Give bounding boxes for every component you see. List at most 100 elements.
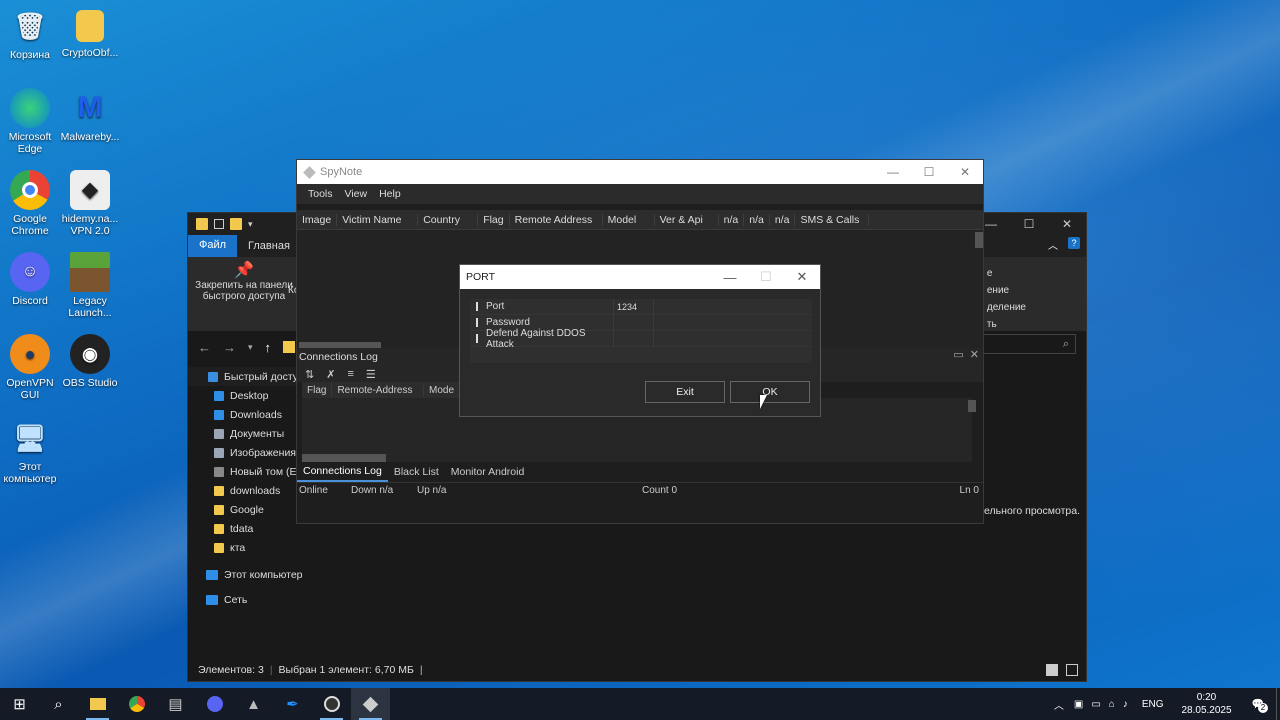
desktop-icon-hidemy-vpn[interactable]: ◆ hidemy.na... VPN 2.0 bbox=[52, 170, 128, 237]
port-input[interactable]: 1234 bbox=[614, 298, 654, 315]
vertical-scrollbar[interactable] bbox=[975, 232, 983, 248]
new-folder-icon[interactable] bbox=[230, 218, 242, 230]
desktop-icon-obs[interactable]: ◉ OBS Studio bbox=[52, 334, 128, 389]
tab-black-list[interactable]: Black List bbox=[388, 462, 445, 482]
taskbar-app[interactable]: ▤ bbox=[156, 688, 195, 720]
menu-help[interactable]: Help bbox=[373, 188, 407, 200]
password-input[interactable] bbox=[614, 314, 654, 331]
back-icon[interactable]: ← bbox=[198, 340, 211, 355]
close-icon[interactable]: ✕ bbox=[947, 160, 983, 184]
desktop-icon-this-pc[interactable]: 🖥 Этот компьютер bbox=[0, 418, 68, 485]
column-header[interactable]: n/a bbox=[770, 213, 796, 226]
ribbon-right-item[interactable]: деление bbox=[987, 299, 1026, 316]
up-icon[interactable]: ↑ bbox=[265, 340, 272, 355]
taskbar-app-2[interactable]: ▲ bbox=[234, 688, 273, 720]
export-icon[interactable]: ☰ bbox=[366, 368, 376, 381]
properties-icon[interactable] bbox=[214, 219, 224, 229]
tab-connections-log[interactable]: Connections Log bbox=[297, 462, 388, 482]
column-header[interactable]: Flag bbox=[302, 384, 333, 396]
bottom-tabs: Connections Log Black List Monitor Andro… bbox=[297, 462, 983, 482]
spynote-titlebar[interactable]: SpyNote — ☐ ✕ bbox=[297, 160, 983, 184]
network-icon[interactable]: ⌂ bbox=[1105, 699, 1119, 710]
taskbar-app-3[interactable]: ✒ bbox=[273, 688, 312, 720]
nav-item-kta[interactable]: кта bbox=[188, 538, 316, 557]
horizontal-scrollbar[interactable] bbox=[302, 454, 386, 462]
column-header[interactable]: SMS & Calls bbox=[795, 213, 870, 226]
close-icon[interactable]: ✕ bbox=[1048, 213, 1086, 235]
column-header[interactable]: n/a bbox=[719, 213, 745, 226]
tab-monitor-android[interactable]: Monitor Android bbox=[445, 462, 531, 482]
column-header[interactable]: Image bbox=[297, 213, 338, 226]
clock-date: 28.05.2025 bbox=[1181, 705, 1232, 716]
spynote-statusbar: Online Down n/a Up n/a Count 0 Ln 0 bbox=[297, 482, 983, 498]
sort-icon[interactable]: ⇅ bbox=[305, 368, 314, 381]
column-header[interactable]: Remote Address bbox=[510, 213, 603, 226]
search-button[interactable]: ⌕ bbox=[39, 688, 78, 720]
recent-dropdown-icon[interactable]: ▾ bbox=[248, 342, 253, 353]
property-row-ddos[interactable]: Defend Against DDOS Attack bbox=[470, 328, 812, 350]
tray-app-icon[interactable]: ▣ bbox=[1070, 699, 1087, 710]
quick-access-dropdown-icon[interactable]: ▾ bbox=[248, 219, 253, 230]
desktop-icon-legacy-launcher[interactable]: Legacy Launch... bbox=[52, 252, 128, 319]
edge-icon bbox=[10, 88, 50, 128]
help-icon[interactable]: ? bbox=[1068, 237, 1080, 249]
column-header[interactable]: Ver & Api bbox=[655, 213, 719, 226]
row-marker bbox=[476, 302, 478, 311]
collapse-ribbon-icon[interactable]: ︿ bbox=[1048, 237, 1058, 252]
column-header[interactable]: Remote-Address bbox=[332, 384, 424, 396]
column-header[interactable]: n/a bbox=[744, 213, 770, 226]
vertical-scrollbar[interactable] bbox=[968, 400, 976, 412]
desktop-icon-malwarebytes[interactable]: M Malwareby... bbox=[52, 88, 128, 144]
nav-item-this-pc[interactable]: Этот компьютер bbox=[188, 565, 316, 584]
column-header[interactable]: Model bbox=[603, 213, 655, 226]
clear-all-icon[interactable]: ≡ bbox=[347, 368, 353, 380]
ribbon-right-item[interactable]: ть bbox=[987, 316, 1026, 333]
tab-file[interactable]: Файл bbox=[188, 235, 238, 257]
notification-center-button[interactable]: 💬 2 bbox=[1240, 699, 1276, 713]
float-panel-icon[interactable]: ▭ bbox=[953, 348, 963, 361]
column-header[interactable]: Mode bbox=[424, 384, 460, 396]
column-header[interactable]: Country bbox=[418, 213, 479, 226]
taskbar: ⊞ ⌕ ▤ ▲ ✒ ︿ ▣ ▭ ⌂ ♪ ENG 0:20 28.05.2025 … bbox=[0, 688, 1280, 720]
forward-icon[interactable]: → bbox=[223, 340, 236, 355]
dialog-title: PORT bbox=[466, 271, 495, 283]
minimize-icon[interactable]: — bbox=[712, 265, 748, 289]
ddos-value[interactable] bbox=[614, 330, 654, 347]
pin-to-quick-access-button[interactable]: 📌 Закрепить на панели быстрого доступа bbox=[194, 263, 294, 303]
show-hidden-icons[interactable]: ︿ bbox=[1048, 697, 1070, 712]
taskbar-discord[interactable] bbox=[195, 688, 234, 720]
column-header[interactable]: Victim Name bbox=[337, 213, 419, 226]
battery-icon[interactable]: ▭ bbox=[1087, 699, 1104, 710]
minimize-icon[interactable]: — bbox=[875, 160, 911, 184]
ribbon-right-item[interactable]: е bbox=[987, 265, 1026, 282]
port-dialog-titlebar[interactable]: PORT — ☐ ✕ bbox=[460, 265, 820, 289]
clock[interactable]: 0:20 28.05.2025 bbox=[1173, 691, 1239, 717]
taskbar-chrome[interactable] bbox=[117, 688, 156, 720]
taskbar-obs[interactable] bbox=[312, 688, 351, 720]
search-input[interactable]: ⌕ bbox=[976, 334, 1076, 354]
start-button[interactable]: ⊞ bbox=[0, 688, 39, 720]
property-row-port[interactable]: Port 1234 bbox=[470, 298, 812, 315]
close-panel-icon[interactable]: ✕ bbox=[970, 348, 979, 361]
column-header[interactable]: Flag bbox=[478, 213, 510, 226]
taskbar-file-explorer[interactable] bbox=[78, 688, 117, 720]
ribbon-right-item[interactable]: ение bbox=[987, 282, 1026, 299]
volume-icon[interactable]: ♪ bbox=[1119, 699, 1132, 710]
taskbar-spynote[interactable] bbox=[351, 688, 390, 720]
maximize-icon[interactable]: ☐ bbox=[911, 160, 947, 184]
menu-tools[interactable]: Tools bbox=[302, 188, 339, 200]
exit-button[interactable]: Exit bbox=[645, 381, 725, 403]
ok-button[interactable]: OK bbox=[730, 381, 810, 403]
show-desktop-button[interactable] bbox=[1276, 688, 1280, 720]
desktop-icon bbox=[214, 390, 224, 401]
language-indicator[interactable]: ENG bbox=[1132, 699, 1174, 710]
large-icons-view-icon[interactable] bbox=[1066, 664, 1078, 676]
tab-home[interactable]: Главная bbox=[237, 236, 301, 256]
clear-icon[interactable]: ✗ bbox=[326, 368, 335, 381]
maximize-icon[interactable]: ☐ bbox=[1010, 213, 1048, 235]
desktop-icon-cryptoobf[interactable]: CryptoObf... bbox=[52, 6, 128, 59]
close-icon[interactable]: ✕ bbox=[784, 265, 820, 289]
menu-view[interactable]: View bbox=[339, 188, 374, 200]
details-view-icon[interactable] bbox=[1046, 664, 1058, 676]
nav-item-network[interactable]: Сеть bbox=[188, 590, 316, 609]
